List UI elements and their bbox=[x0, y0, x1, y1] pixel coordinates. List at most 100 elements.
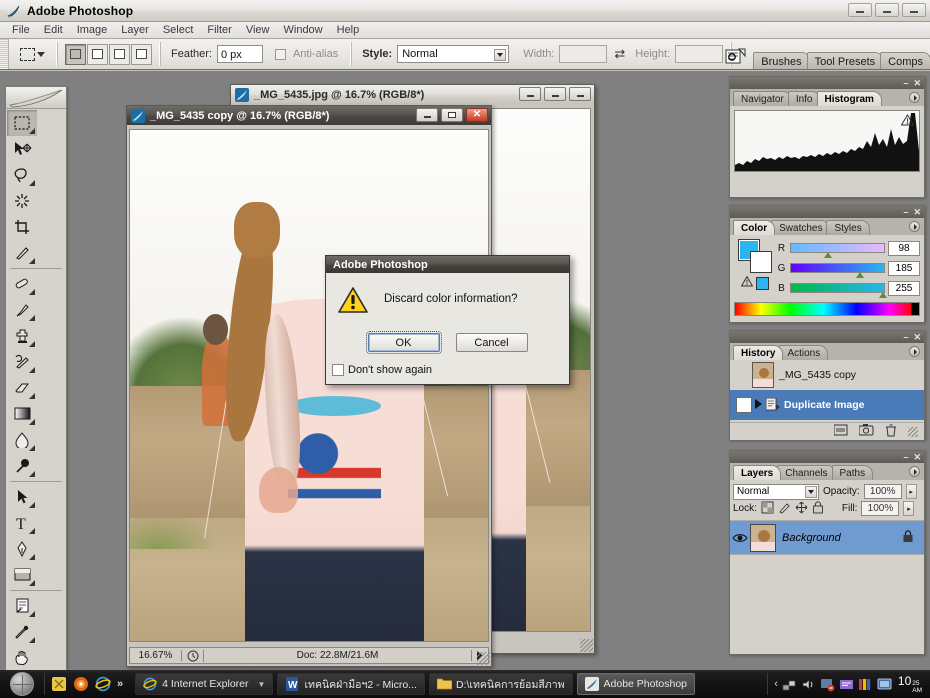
menu-edit[interactable]: Edit bbox=[37, 23, 70, 37]
slider-r[interactable] bbox=[790, 243, 885, 258]
crop-tool[interactable] bbox=[7, 214, 37, 240]
fill-stepper[interactable]: ▸ bbox=[903, 501, 915, 516]
menu-file[interactable]: File bbox=[5, 23, 37, 37]
quick-launch-more-icon[interactable]: » bbox=[117, 678, 123, 690]
new-snapshot-icon[interactable] bbox=[858, 424, 874, 439]
rectangle-shape-tool[interactable] bbox=[7, 562, 37, 588]
taskbar-clock[interactable]: 10 25 AM bbox=[898, 674, 930, 694]
width-input[interactable] bbox=[559, 45, 608, 63]
blend-mode-select[interactable]: Normal bbox=[733, 483, 819, 500]
layer-name[interactable]: Background bbox=[782, 532, 902, 544]
rectangular-marquee-tool[interactable] bbox=[7, 110, 37, 136]
gamut-replacement-swatch[interactable] bbox=[756, 276, 769, 290]
chevron-down-icon[interactable]: ▼ bbox=[258, 680, 266, 689]
menu-filter[interactable]: Filter bbox=[200, 23, 238, 37]
pen-tool[interactable] bbox=[7, 536, 37, 562]
add-to-selection-button[interactable] bbox=[87, 43, 108, 65]
lock-position-icon[interactable] bbox=[795, 501, 808, 517]
network-icon[interactable] bbox=[782, 677, 797, 692]
palette-close-button[interactable]: ✕ bbox=[913, 333, 921, 342]
menu-layer[interactable]: Layer bbox=[114, 23, 156, 37]
palette-menu-icon[interactable] bbox=[909, 221, 920, 232]
current-tool-button[interactable] bbox=[15, 41, 49, 67]
new-selection-button[interactable] bbox=[65, 43, 86, 65]
history-brush-tool[interactable] bbox=[7, 349, 37, 375]
ok-button[interactable]: OK bbox=[365, 331, 442, 354]
history-palette-resize-handle[interactable] bbox=[908, 426, 918, 437]
doc-active-canvas[interactable] bbox=[129, 129, 489, 642]
palette-menu-icon[interactable] bbox=[909, 346, 920, 357]
start-button[interactable] bbox=[0, 671, 44, 697]
doc-background-minimize-button[interactable] bbox=[519, 87, 541, 101]
tab-swatches[interactable]: Swatches bbox=[771, 220, 831, 235]
out-of-gamut-warning-icon[interactable] bbox=[740, 275, 754, 290]
tab-channels[interactable]: Channels bbox=[777, 465, 836, 480]
palette-minimize-button[interactable]: – bbox=[903, 79, 908, 88]
new-document-from-state-icon[interactable] bbox=[833, 424, 848, 439]
subtract-from-selection-button[interactable] bbox=[109, 43, 130, 65]
palette-minimize-button[interactable]: – bbox=[903, 208, 908, 217]
updater-icon[interactable] bbox=[839, 677, 854, 692]
taskbar-item-internet-explorer[interactable]: 4 Internet Explorer ▼ bbox=[135, 673, 274, 695]
palette-minimize-button[interactable]: – bbox=[903, 333, 908, 342]
style-select[interactable]: Normal bbox=[397, 45, 510, 63]
tab-color[interactable]: Color bbox=[733, 220, 776, 235]
palette-menu-icon[interactable] bbox=[909, 92, 920, 103]
taskbar-item-word-document[interactable]: W เทคนิคฝ่ามือฯ2 - Micro... bbox=[277, 673, 425, 695]
doc-active[interactable]: _MG_5435 copy @ 16.7% (RGB/8*) ✕ 16.67% … bbox=[126, 105, 492, 667]
tab-layers[interactable]: Layers bbox=[733, 465, 782, 480]
app-close-button[interactable] bbox=[902, 3, 926, 17]
tab-actions[interactable]: Actions bbox=[779, 345, 829, 360]
opacity-value[interactable]: 100% bbox=[863, 484, 902, 499]
color-ramp[interactable] bbox=[734, 302, 920, 316]
menu-view[interactable]: View bbox=[239, 23, 277, 37]
doc-active-close-button[interactable]: ✕ bbox=[466, 108, 488, 122]
menu-image[interactable]: Image bbox=[70, 23, 115, 37]
taskbar-item-adobe-photoshop[interactable]: Adobe Photoshop bbox=[576, 673, 696, 695]
dodge-tool[interactable] bbox=[7, 453, 37, 479]
brush-tool[interactable] bbox=[7, 297, 37, 323]
hand-tool[interactable] bbox=[7, 645, 37, 671]
well-tab-brushes[interactable]: Brushes bbox=[753, 52, 810, 69]
tab-navigator[interactable]: Navigator bbox=[733, 91, 792, 106]
tab-info[interactable]: Info bbox=[787, 91, 821, 106]
doc-background-maximize-button[interactable] bbox=[544, 87, 566, 101]
gradient-tool[interactable] bbox=[7, 401, 37, 427]
file-browser-icon[interactable] bbox=[723, 45, 749, 69]
show-hidden-icon[interactable]: ‹ bbox=[774, 678, 778, 690]
notepad-icon[interactable] bbox=[51, 676, 67, 692]
delete-state-icon[interactable] bbox=[885, 424, 897, 440]
doc-background-resize-handle[interactable] bbox=[580, 639, 593, 652]
tab-histogram[interactable]: Histogram bbox=[816, 91, 882, 106]
slice-tool[interactable] bbox=[7, 240, 37, 266]
monitor-icon[interactable] bbox=[877, 677, 892, 692]
zoom-level[interactable]: 16.67% bbox=[130, 650, 182, 661]
app-minimize-button[interactable] bbox=[848, 3, 872, 17]
slider-b[interactable] bbox=[790, 283, 888, 298]
history-state-row[interactable]: Duplicate Image bbox=[730, 390, 924, 420]
palette-close-button[interactable]: ✕ bbox=[913, 208, 921, 217]
lock-image-pixels-icon[interactable] bbox=[778, 501, 791, 517]
history-snapshot-row[interactable]: _MG_5435 copy bbox=[730, 360, 924, 390]
path-selection-tool[interactable] bbox=[7, 484, 37, 510]
layer-row-background[interactable]: Background bbox=[730, 521, 924, 555]
cached-data-warning-icon[interactable] bbox=[901, 114, 914, 126]
eraser-tool[interactable] bbox=[7, 375, 37, 401]
slider-g[interactable] bbox=[790, 263, 885, 278]
doc-background-close-button[interactable] bbox=[569, 87, 591, 101]
move-tool[interactable] bbox=[7, 136, 37, 162]
doc-active-titlebar[interactable]: _MG_5435 copy @ 16.7% (RGB/8*) ✕ bbox=[127, 106, 491, 125]
taskbar-item-folder[interactable]: D:\เทคนิคการย้อมสีภาพ bbox=[428, 673, 573, 695]
menu-select[interactable]: Select bbox=[156, 23, 201, 37]
feather-input[interactable]: 0 px bbox=[216, 45, 263, 63]
well-tab-tool-presets[interactable]: Tool Presets bbox=[806, 52, 884, 69]
fill-value[interactable]: 100% bbox=[861, 501, 900, 516]
menu-window[interactable]: Window bbox=[277, 23, 330, 37]
dont-show-again-checkbox[interactable]: Don't show again bbox=[332, 364, 569, 376]
doc-active-maximize-button[interactable] bbox=[441, 108, 463, 122]
history-brush-toggle[interactable] bbox=[736, 397, 752, 413]
palette-close-button[interactable]: ✕ bbox=[913, 453, 921, 462]
toolbox-header[interactable] bbox=[6, 87, 66, 109]
height-input[interactable] bbox=[675, 45, 724, 63]
anti-alias-checkbox[interactable]: Anti-alias bbox=[274, 48, 343, 60]
